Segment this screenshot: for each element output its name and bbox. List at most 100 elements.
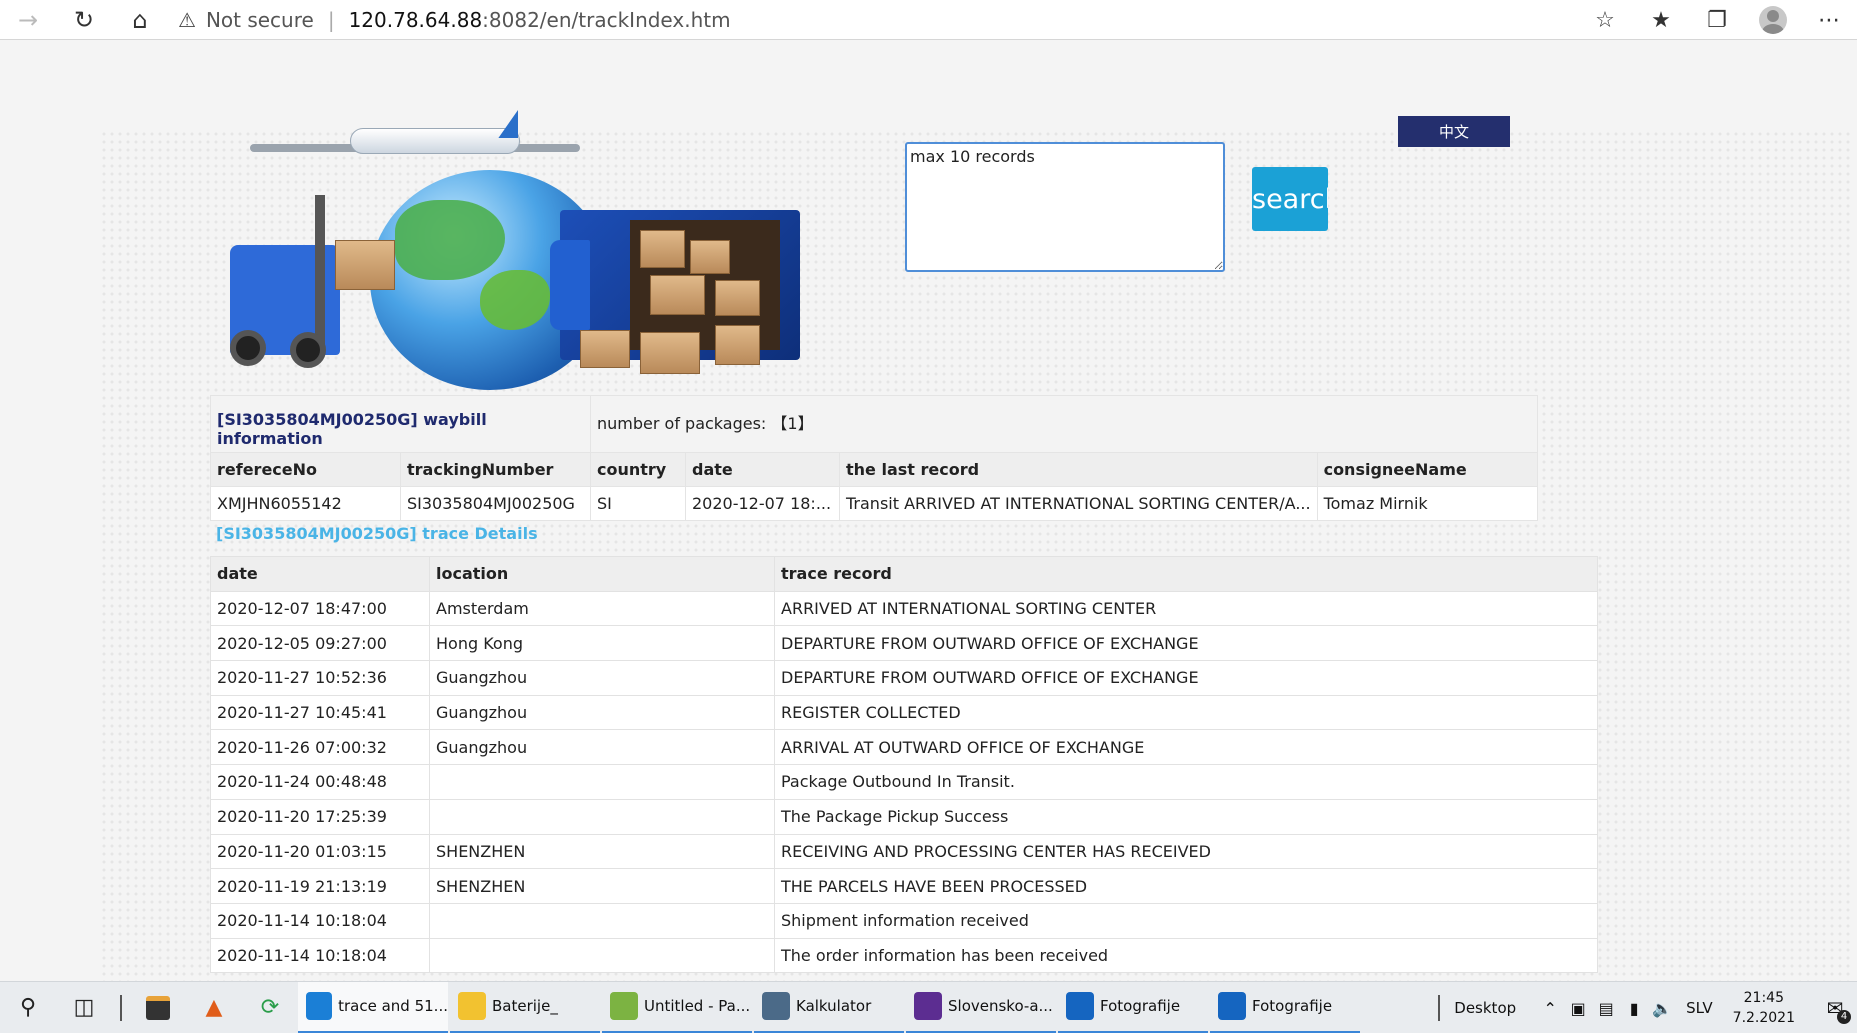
cargo-box bbox=[715, 325, 760, 365]
taskbar-app-label: Fotografije bbox=[1252, 997, 1333, 1015]
table-cell bbox=[429, 764, 775, 800]
table-row: 2020-11-20 01:03:15 SHENZHEN RECEIVING AND… bbox=[210, 833, 1598, 870]
task-view-icon[interactable]: ◫ bbox=[56, 982, 112, 1033]
system-tray: Desktop ⌃ ▣ ▤ ▮ 🔈 SLV 21:45 7.2.2021 ✉ 4 bbox=[1438, 982, 1857, 1033]
clock-time: 21:45 bbox=[1743, 990, 1784, 1006]
back-arrow-icon[interactable]: → bbox=[0, 0, 56, 40]
favorites-icon[interactable]: ★ bbox=[1633, 0, 1689, 40]
taskbar-app-label: Untitled - Pa... bbox=[644, 997, 751, 1015]
taskbar-apps: trace and 51... Baterije_ Untitled - Pa...… bbox=[298, 981, 1362, 1033]
column-header: location bbox=[429, 556, 775, 592]
table-cell: 2020-11-19 21:13:19 bbox=[210, 868, 430, 904]
table-cell: 2020-12-05 09:27:00 bbox=[210, 625, 430, 662]
taskbar-app-button[interactable]: Slovensko-a... bbox=[906, 982, 1056, 1033]
trace-details-title: [SI3035804MJ00250G] trace Details bbox=[216, 524, 538, 543]
calculator-icon bbox=[762, 992, 790, 1020]
table-cell: SHENZHEN bbox=[429, 868, 775, 904]
table-row: 2020-12-05 09:27:00 Hong Kong DEPARTURE FR… bbox=[210, 625, 1598, 662]
table-cell: 2020-12-07 18:... bbox=[685, 486, 840, 521]
tracking-search-input[interactable] bbox=[905, 142, 1225, 272]
taskbar-app-button[interactable]: Baterije_ bbox=[450, 982, 600, 1033]
table-cell: 2020-11-26 07:00:32 bbox=[210, 729, 430, 766]
packages-count: number of packages: 【1】 bbox=[590, 395, 1538, 453]
table-cell: Guangzhou bbox=[429, 729, 775, 766]
column-header: date bbox=[685, 452, 840, 487]
table-row: 2020-11-20 17:25:39 The Package Pickup Su… bbox=[210, 798, 1598, 835]
table-cell: Guangzhou bbox=[429, 694, 775, 731]
search-icon[interactable]: ⚲ bbox=[0, 982, 56, 1033]
volume-icon[interactable]: 🔈 bbox=[1648, 999, 1676, 1018]
waybill-title: [SI3035804MJ00250G] waybill information bbox=[210, 395, 591, 453]
desktop-toolbar-button[interactable]: Desktop bbox=[1438, 995, 1530, 1021]
table-cell: 2020-12-07 18:47:00 bbox=[210, 590, 430, 627]
trace-rows: 2020-12-07 18:47:00 Amsterdam ARRIVED AT I… bbox=[210, 590, 1598, 974]
table-cell: 2020-11-24 00:48:48 bbox=[210, 764, 430, 800]
url-host: 120.78.64.88 bbox=[348, 7, 483, 32]
table-cell: 2020-11-27 10:52:36 bbox=[210, 660, 430, 696]
battery-icon[interactable]: ▮ bbox=[1620, 999, 1648, 1018]
profile-button[interactable] bbox=[1745, 0, 1801, 40]
url-path: :8082/en/trackIndex.htm bbox=[482, 7, 731, 32]
cargo-box bbox=[640, 230, 685, 268]
packages-label: number of packages: bbox=[597, 414, 767, 433]
table-cell: ARRIVED AT INTERNATIONAL SORTING CENTER bbox=[774, 590, 1598, 627]
table-cell: DEPARTURE FROM OUTWARD OFFICE OF EXCHANG… bbox=[774, 660, 1598, 696]
table-row: 2020-11-24 00:48:48 Package Outbound In T… bbox=[210, 764, 1598, 800]
taskbar-app-button[interactable]: Untitled - Pa... bbox=[602, 982, 752, 1033]
collections-icon[interactable]: ❐ bbox=[1689, 0, 1745, 40]
table-cell: 2020-11-20 01:03:15 bbox=[210, 833, 430, 870]
more-options-icon[interactable]: ⋯ bbox=[1801, 0, 1857, 40]
table-cell: Tomaz Mirnik bbox=[1316, 486, 1539, 521]
table-row: 2020-11-27 10:45:41 Guangzhou REGISTER COL… bbox=[210, 694, 1598, 731]
dictionary-icon bbox=[914, 992, 942, 1020]
taskbar-app-button[interactable]: Kalkulator bbox=[754, 982, 904, 1033]
taskbar-app-label: Baterije_ bbox=[492, 997, 558, 1015]
taskbar-app-button[interactable]: Fotografije bbox=[1210, 982, 1360, 1033]
search-button[interactable]: search bbox=[1252, 167, 1328, 231]
table-cell: 2020-11-20 17:25:39 bbox=[210, 798, 430, 835]
waybill-header-row: refereceNo trackingNumber country date t… bbox=[210, 452, 1539, 487]
paint-icon bbox=[610, 992, 638, 1020]
warning-icon: ⚠ bbox=[178, 7, 196, 32]
add-favorite-icon[interactable]: ☆ bbox=[1577, 0, 1633, 40]
meet-now-icon[interactable]: ▣ bbox=[1564, 999, 1592, 1018]
table-cell bbox=[429, 937, 775, 974]
table-cell: RECEIVING AND PROCESSING CENTER HAS RECE… bbox=[774, 833, 1598, 870]
table-row: XMJHN6055142 SI3035804MJ00250G SI 2020-1… bbox=[210, 486, 1539, 521]
refresh-icon[interactable]: ↻ bbox=[56, 0, 112, 40]
logistics-illustration bbox=[220, 70, 810, 390]
sync-icon[interactable]: ⟳ bbox=[242, 982, 298, 1033]
chevron-up-icon[interactable]: ⌃ bbox=[1536, 999, 1564, 1018]
trace-header-row: date location trace record bbox=[210, 556, 1598, 592]
table-cell: 2020-11-14 10:18:04 bbox=[210, 937, 430, 974]
table-cell: Amsterdam bbox=[429, 590, 775, 627]
store-icon[interactable] bbox=[130, 982, 186, 1033]
home-icon[interactable]: ⌂ bbox=[112, 0, 168, 40]
waybill-info-row: [SI3035804MJ00250G] waybill information … bbox=[210, 395, 1538, 453]
table-row: 2020-11-27 10:52:36 Guangzhou DEPARTURE FR… bbox=[210, 660, 1598, 696]
column-header: consigneeName bbox=[1316, 452, 1539, 487]
table-cell: Shipment information received bbox=[774, 902, 1598, 939]
chinese-language-button[interactable]: 中文 bbox=[1398, 116, 1510, 147]
table-cell: Hong Kong bbox=[429, 625, 775, 662]
clock[interactable]: 21:45 7.2.2021 bbox=[1733, 988, 1795, 1028]
address-bar[interactable]: ⚠ Not secure | 120.78.64.88:8082/en/trac… bbox=[178, 0, 731, 40]
language-indicator[interactable]: SLV bbox=[1676, 999, 1723, 1017]
matlab-icon[interactable]: ▲ bbox=[186, 982, 242, 1033]
taskbar-app-button[interactable]: Fotografije bbox=[1058, 982, 1208, 1033]
waybill-table: [SI3035804MJ00250G] waybill information … bbox=[210, 395, 1539, 521]
forklift-wheel bbox=[230, 330, 266, 366]
edge-icon bbox=[306, 992, 333, 1020]
photos-icon bbox=[1218, 992, 1246, 1020]
table-cell: REGISTER COLLECTED bbox=[774, 694, 1598, 731]
table-cell: Guangzhou bbox=[429, 660, 775, 696]
notification-center-icon[interactable]: ✉ 4 bbox=[1813, 988, 1857, 1028]
taskbar-app-button[interactable]: trace and 51... bbox=[298, 981, 448, 1033]
network-icon[interactable]: ▤ bbox=[1592, 999, 1620, 1018]
table-cell: XMJHN6055142 bbox=[210, 486, 401, 521]
table-cell: Package Outbound In Transit. bbox=[774, 764, 1598, 800]
taskbar-separator bbox=[120, 994, 122, 1021]
table-cell: 2020-11-27 10:45:41 bbox=[210, 694, 430, 731]
column-header: date bbox=[210, 556, 430, 592]
taskbar-app-label: trace and 51... bbox=[338, 997, 448, 1015]
